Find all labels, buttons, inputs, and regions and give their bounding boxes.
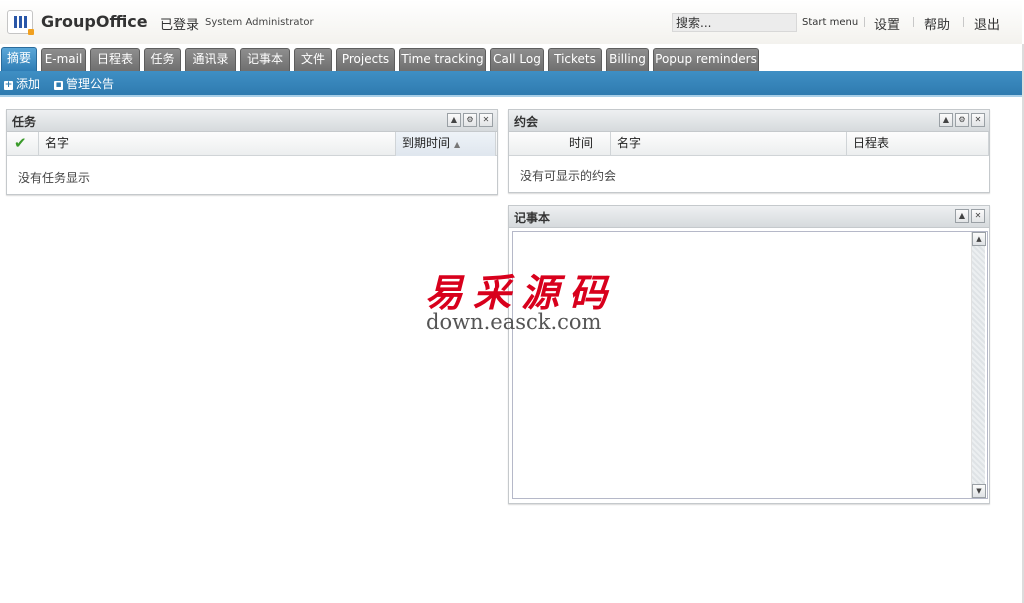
help-link[interactable]: 帮助 <box>924 14 950 33</box>
tab-email[interactable]: E-mail <box>41 48 86 71</box>
manage-announcements-button[interactable]: ▪ 管理公告 <box>54 76 114 92</box>
tab-notes[interactable]: 记事本 <box>240 48 290 71</box>
logo-text: GroupOffice <box>41 12 148 31</box>
close-icon[interactable]: ✕ <box>971 113 985 127</box>
logged-in-label: 已登录 <box>160 18 200 33</box>
collapse-icon[interactable]: ▲ <box>447 113 461 127</box>
add-button[interactable]: + 添加 <box>4 76 40 92</box>
logout-link[interactable]: 退出 <box>974 14 1000 33</box>
gear-icon[interactable]: ⚙ <box>955 113 969 127</box>
collapse-icon[interactable]: ▲ <box>939 113 953 127</box>
close-icon[interactable]: ✕ <box>479 113 493 127</box>
appointments-col-calendar[interactable]: 日程表 <box>847 132 989 156</box>
tab-summary[interactable]: 摘要 <box>1 47 37 71</box>
appointments-portlet-title: 约会 <box>514 115 539 129</box>
tab-billing[interactable]: Billing <box>606 48 649 71</box>
manage-announcements-label: 管理公告 <box>66 77 115 91</box>
collapse-icon[interactable]: ▲ <box>955 209 969 223</box>
tasks-col-due-label: 到期时间 <box>402 136 451 150</box>
gear-icon[interactable]: ⚙ <box>463 113 477 127</box>
header-separator <box>864 17 865 27</box>
tab-addressbook[interactable]: 通讯录 <box>185 48 236 71</box>
appointments-grid-header: 时间 名字 日程表 <box>509 132 989 156</box>
tasks-portlet-title: 任务 <box>12 115 37 129</box>
tab-calendar[interactable]: 日程表 <box>90 48 140 71</box>
tasks-portlet-header: 任务 ▲ ⚙ ✕ <box>7 110 497 132</box>
plus-icon: + <box>4 80 13 90</box>
scroll-down-icon[interactable]: ▼ <box>972 484 986 498</box>
notes-portlet-header: 记事本 ▲ ✕ <box>509 206 989 228</box>
top-header: GroupOffice 已登录 System Administrator Sta… <box>0 0 1022 44</box>
tasks-col-name[interactable]: 名字 <box>39 132 396 156</box>
tab-tasks[interactable]: 任务 <box>144 48 181 71</box>
sort-asc-icon: ▲ <box>454 140 461 149</box>
tasks-portlet: 任务 ▲ ⚙ ✕ ✔ 名字 到期时间 ▲ 没有任务显示 <box>6 109 498 195</box>
summary-toolbar: + 添加 ▪ 管理公告 <box>0 71 1022 97</box>
tasks-col-due[interactable]: 到期时间 ▲ <box>396 132 496 156</box>
module-tab-bar: 摘要 E-mail 日程表 任务 通讯录 记事本 文件 Projects Tim… <box>0 44 1022 71</box>
start-menu-link[interactable]: Start menu <box>802 17 858 28</box>
appointments-col-time[interactable]: 时间 <box>509 132 611 156</box>
notes-scrollbar[interactable]: ▲ ▼ <box>971 232 986 498</box>
watermark-chinese-text: 易采源码 <box>425 270 618 315</box>
announcement-icon: ▪ <box>54 80 63 90</box>
add-button-label: 添加 <box>16 77 41 91</box>
notes-portlet-title: 记事本 <box>514 211 551 225</box>
header-separator <box>913 17 914 27</box>
tab-popup-reminders[interactable]: Popup reminders <box>653 48 759 71</box>
scroll-up-icon[interactable]: ▲ <box>972 232 986 246</box>
header-separator <box>963 17 964 27</box>
search-input[interactable] <box>672 13 797 32</box>
appointments-col-name[interactable]: 名字 <box>611 132 847 156</box>
appointments-portlet: 约会 ▲ ⚙ ✕ 时间 名字 日程表 没有可显示的约会 <box>508 109 990 193</box>
tasks-grid-header: ✔ 名字 到期时间 ▲ <box>7 132 497 156</box>
notes-portlet: 记事本 ▲ ✕ ▲ ▼ <box>508 205 990 504</box>
watermark-url: down.easck.com <box>426 310 602 334</box>
tab-time-tracking[interactable]: Time tracking <box>399 48 486 71</box>
tasks-empty-text: 没有任务显示 <box>18 171 91 185</box>
appointments-portlet-header: 约会 ▲ ⚙ ✕ <box>509 110 989 132</box>
user-name: System Administrator <box>205 17 314 28</box>
check-icon[interactable]: ✔ <box>7 132 39 156</box>
settings-link[interactable]: 设置 <box>874 14 900 33</box>
tab-projects[interactable]: Projects <box>336 48 395 71</box>
tab-files[interactable]: 文件 <box>294 48 332 71</box>
appointments-empty-text: 没有可显示的约会 <box>520 169 617 183</box>
groupoffice-logo-icon <box>7 10 34 35</box>
close-icon[interactable]: ✕ <box>971 209 985 223</box>
tab-call-log[interactable]: Call Log <box>490 48 544 71</box>
tab-tickets[interactable]: Tickets <box>548 48 602 71</box>
